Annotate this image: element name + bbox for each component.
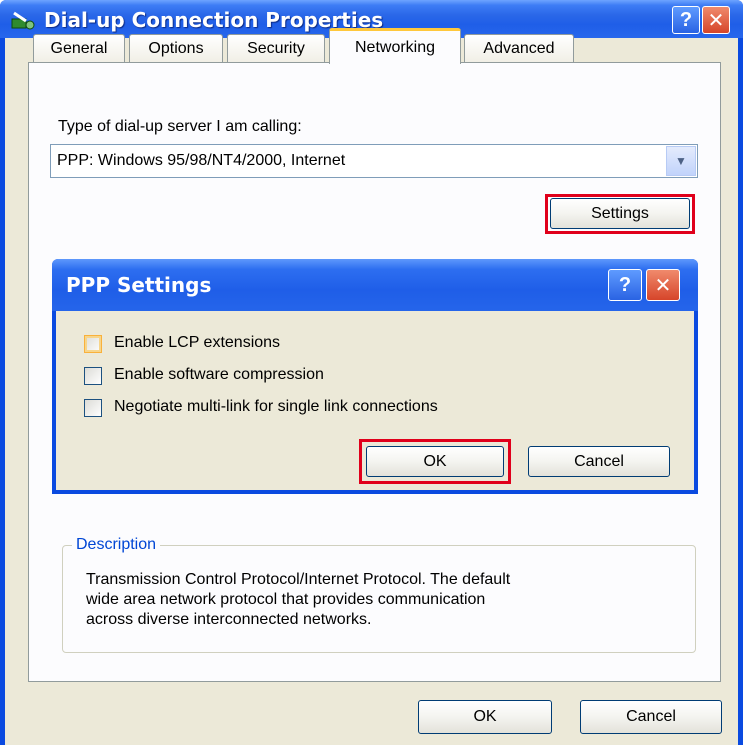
description-text: wide area network protocol that provides…	[86, 591, 486, 608]
settings-highlight-box	[545, 194, 695, 234]
description-group-label: Description	[72, 536, 161, 554]
description-text: across diverse interconnected networks.	[86, 611, 372, 628]
cancel-button[interactable]: Cancel	[580, 700, 722, 734]
negotiate-multilink-label[interactable]: Negotiate multi-link for single link con…	[114, 398, 438, 416]
negotiate-multilink-checkbox[interactable]	[84, 399, 102, 417]
network-connection-icon	[11, 11, 35, 30]
ppp-dialog-body: Enable LCP extensions Enable software co…	[56, 311, 694, 490]
ppp-cancel-button[interactable]: Cancel	[528, 446, 670, 477]
server-type-label: Type of dial-up server I am calling:	[58, 118, 302, 135]
help-button[interactable]: ?	[672, 6, 700, 34]
close-icon: ✕	[707, 9, 725, 32]
tab-label: Options	[148, 39, 204, 57]
tab-label: Networking	[354, 38, 436, 56]
ppp-settings-dialog: PPP Settings ? ✕ Enable LCP extensions E…	[52, 259, 698, 494]
tab-advanced[interactable]: Advanced	[464, 34, 574, 62]
tab-label: General	[50, 39, 108, 57]
enable-compression-checkbox[interactable]	[84, 367, 102, 385]
enable-lcp-checkbox[interactable]	[84, 335, 102, 353]
tab-options[interactable]: Options	[129, 34, 223, 62]
ppp-dialog-title: PPP Settings	[66, 273, 212, 297]
chevron-down-icon[interactable]: ▼	[666, 146, 696, 176]
ok-button[interactable]: OK	[418, 700, 552, 734]
tab-label: Security	[247, 39, 305, 57]
enable-lcp-label[interactable]: Enable LCP extensions	[114, 334, 280, 352]
ppp-close-button[interactable]: ✕	[646, 269, 680, 301]
tab-label: Advanced	[483, 39, 555, 57]
tab-security[interactable]: Security	[227, 34, 325, 62]
server-type-dropdown[interactable]: PPP: Windows 95/98/NT4/2000, Internet ▼	[50, 144, 698, 178]
close-button[interactable]: ✕	[702, 6, 730, 34]
ppp-help-button[interactable]: ?	[608, 269, 642, 301]
tab-networking[interactable]: Networking	[329, 28, 461, 64]
server-type-value: PPP: Windows 95/98/NT4/2000, Internet	[57, 152, 346, 169]
ok-highlight-box	[359, 439, 511, 484]
close-icon: ✕	[654, 274, 672, 297]
tab-general[interactable]: General	[33, 34, 125, 62]
ppp-title-bar[interactable]: PPP Settings ? ✕	[52, 259, 698, 311]
description-text: Transmission Control Protocol/Internet P…	[86, 571, 511, 588]
enable-compression-label[interactable]: Enable software compression	[114, 366, 324, 384]
